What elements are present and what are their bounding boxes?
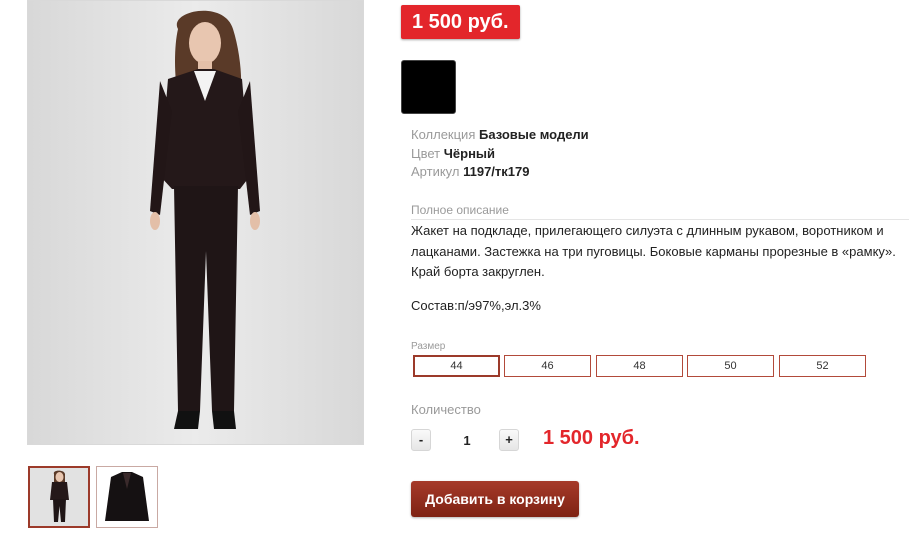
add-to-cart-button[interactable]: Добавить в корзину — [411, 481, 579, 517]
size-option-44[interactable]: 44 — [413, 355, 500, 377]
model-in-suit-image — [150, 10, 260, 429]
description-heading: Полное описание — [411, 203, 509, 217]
quantity-input[interactable] — [440, 430, 494, 452]
thumbnail-jacket[interactable] — [96, 466, 158, 528]
price-badge: 1 500 руб. — [401, 5, 520, 39]
thumbnail-model[interactable] — [28, 466, 90, 528]
attribute-value: 1197/тк179 — [463, 164, 530, 179]
attribute-label: Артикул — [411, 164, 460, 179]
jacket-thumbnail-image — [97, 467, 157, 527]
attribute-value: Базовые модели — [478, 127, 589, 142]
total-price: 1 500 руб. — [543, 427, 640, 449]
attribute-label: Цвет — [411, 146, 441, 161]
attribute-label: Коллекция — [411, 127, 476, 142]
size-option-48[interactable]: 48 — [596, 355, 683, 377]
attribute-sku: Артикул 1197/тк179 — [411, 164, 529, 179]
attribute-color: Цвет Чёрный — [411, 146, 495, 161]
quantity-decrease-button[interactable]: - — [411, 429, 431, 451]
attribute-value: Чёрный — [443, 146, 496, 161]
size-label: Размер — [411, 341, 446, 352]
description-text: Жакет на подкладе, прилегающего силуэта … — [411, 223, 896, 279]
model-thumbnail-image — [30, 468, 88, 526]
quantity-increase-button[interactable]: + — [499, 429, 519, 451]
size-option-50[interactable]: 50 — [687, 355, 774, 377]
size-option-46[interactable]: 46 — [504, 355, 591, 377]
composition-text: Состав:п/э97%,эл.3% — [411, 298, 541, 313]
attribute-collection: Коллекция Базовые модели — [411, 127, 589, 142]
size-option-52[interactable]: 52 — [779, 355, 866, 377]
color-swatch-black[interactable] — [401, 60, 456, 114]
main-product-photo[interactable] — [27, 0, 364, 445]
quantity-label: Количество — [411, 402, 481, 417]
description-divider — [411, 219, 909, 220]
